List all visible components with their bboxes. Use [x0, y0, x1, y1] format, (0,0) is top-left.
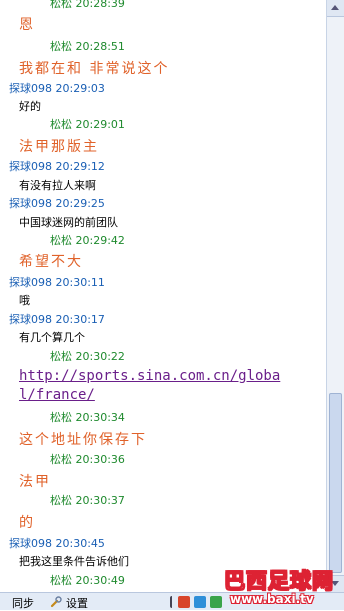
- sender-name: 松松: [50, 118, 72, 131]
- settings-button[interactable]: 设置: [66, 595, 88, 611]
- sender-name: 探球098: [9, 537, 52, 550]
- message-header: 松松 20:29:01: [50, 116, 125, 132]
- timestamp: 20:30:22: [75, 350, 125, 363]
- message-text: 把我这里条件告诉他们: [19, 555, 129, 568]
- timestamp: 20:28:39: [75, 0, 125, 10]
- sender-name: 探球098: [9, 276, 52, 289]
- sender-name: 松松: [50, 0, 72, 10]
- sender-name: 松松: [50, 40, 72, 53]
- sender-name: 松松: [50, 234, 72, 247]
- message-text: 有几个算几个: [19, 331, 85, 344]
- message-text: 这个地址你保存下: [19, 432, 147, 448]
- timestamp: 20:29:12: [55, 160, 105, 173]
- timestamp: 20:30:45: [55, 537, 105, 550]
- timestamp: 20:29:03: [55, 82, 105, 95]
- sync-button[interactable]: 同步: [12, 595, 34, 611]
- sender-name: 探球098: [9, 82, 52, 95]
- timestamp: 20:29:01: [75, 118, 125, 131]
- timestamp: 20:28:51: [75, 40, 125, 53]
- message-text: 哦: [19, 294, 30, 307]
- message-link-continued[interactable]: l/france/: [19, 387, 95, 403]
- message-header: 松松 20:28:39: [50, 0, 125, 11]
- message-text: 好的: [19, 100, 41, 113]
- message-header: 松松 20:30:36: [50, 451, 125, 467]
- message-header: 松松 20:30:37: [50, 492, 125, 508]
- message-text: 希望不大: [19, 254, 83, 270]
- message-header: 松松 20:30:49: [50, 572, 125, 588]
- message-header: 探球098 20:29:25: [9, 195, 105, 211]
- sender-name: 松松: [50, 453, 72, 466]
- message-text: 中国球迷网的前团队: [19, 216, 118, 229]
- message-text: 法甲那版主: [19, 139, 99, 155]
- message-header: 探球098 20:29:12: [9, 158, 105, 174]
- scroll-up-arrow-icon[interactable]: [327, 0, 344, 17]
- message-text: 有没有拉人来啊: [19, 179, 96, 192]
- wrench-icon: [50, 596, 62, 608]
- timestamp: 20:30:49: [75, 574, 125, 587]
- timestamp: 20:29:25: [55, 197, 105, 210]
- app-icon[interactable]: [210, 596, 222, 608]
- message-text: 我都在和 非常说这个: [19, 61, 170, 77]
- timestamp: 20:30:17: [55, 313, 105, 326]
- message-text: 法甲: [19, 474, 51, 490]
- timestamp: 20:30:36: [75, 453, 125, 466]
- chat-history: 松松 20:28:39 恩 松松 20:28:51 我都在和 非常说这个 探球0…: [0, 0, 326, 592]
- app-icon[interactable]: [194, 596, 206, 608]
- message-header: 松松 20:28:51: [50, 38, 125, 54]
- watermark-url: www.baxi.tv: [230, 592, 314, 606]
- sender-name: 探球098: [9, 313, 52, 326]
- message-header: 探球098 20:30:17: [9, 311, 105, 327]
- sender-name: 探球098: [9, 160, 52, 173]
- message-text: 恩: [19, 17, 35, 33]
- site-watermark: 巴西足球网 www.baxi.tv: [224, 565, 344, 610]
- sender-name: 松松: [50, 350, 72, 363]
- message-header: 探球098 20:29:03: [9, 80, 105, 96]
- timestamp: 20:30:37: [75, 494, 125, 507]
- message-header: 松松 20:30:22: [50, 348, 125, 364]
- timestamp: 20:30:11: [55, 276, 105, 289]
- sender-name: 探球098: [9, 197, 52, 210]
- sender-name: 松松: [50, 494, 72, 507]
- message-header: 松松 20:30:34: [50, 409, 125, 425]
- message-link[interactable]: http://sports.sina.com.cn/globa: [19, 368, 280, 384]
- timestamp: 20:29:42: [75, 234, 125, 247]
- app-icon[interactable]: [178, 596, 190, 608]
- sender-name: 松松: [50, 411, 72, 424]
- message-header: 松松 20:29:42: [50, 232, 125, 248]
- scrollbar-thumb[interactable]: [329, 393, 342, 573]
- sender-name: 松松: [50, 574, 72, 587]
- chat-scrollbar[interactable]: [326, 0, 344, 592]
- message-header: 探球098 20:30:45: [9, 535, 105, 551]
- watermark-title: 巴西足球网: [224, 569, 334, 594]
- message-text: 的: [19, 515, 35, 531]
- timestamp: 20:30:34: [75, 411, 125, 424]
- message-header: 探球098 20:30:11: [9, 274, 105, 290]
